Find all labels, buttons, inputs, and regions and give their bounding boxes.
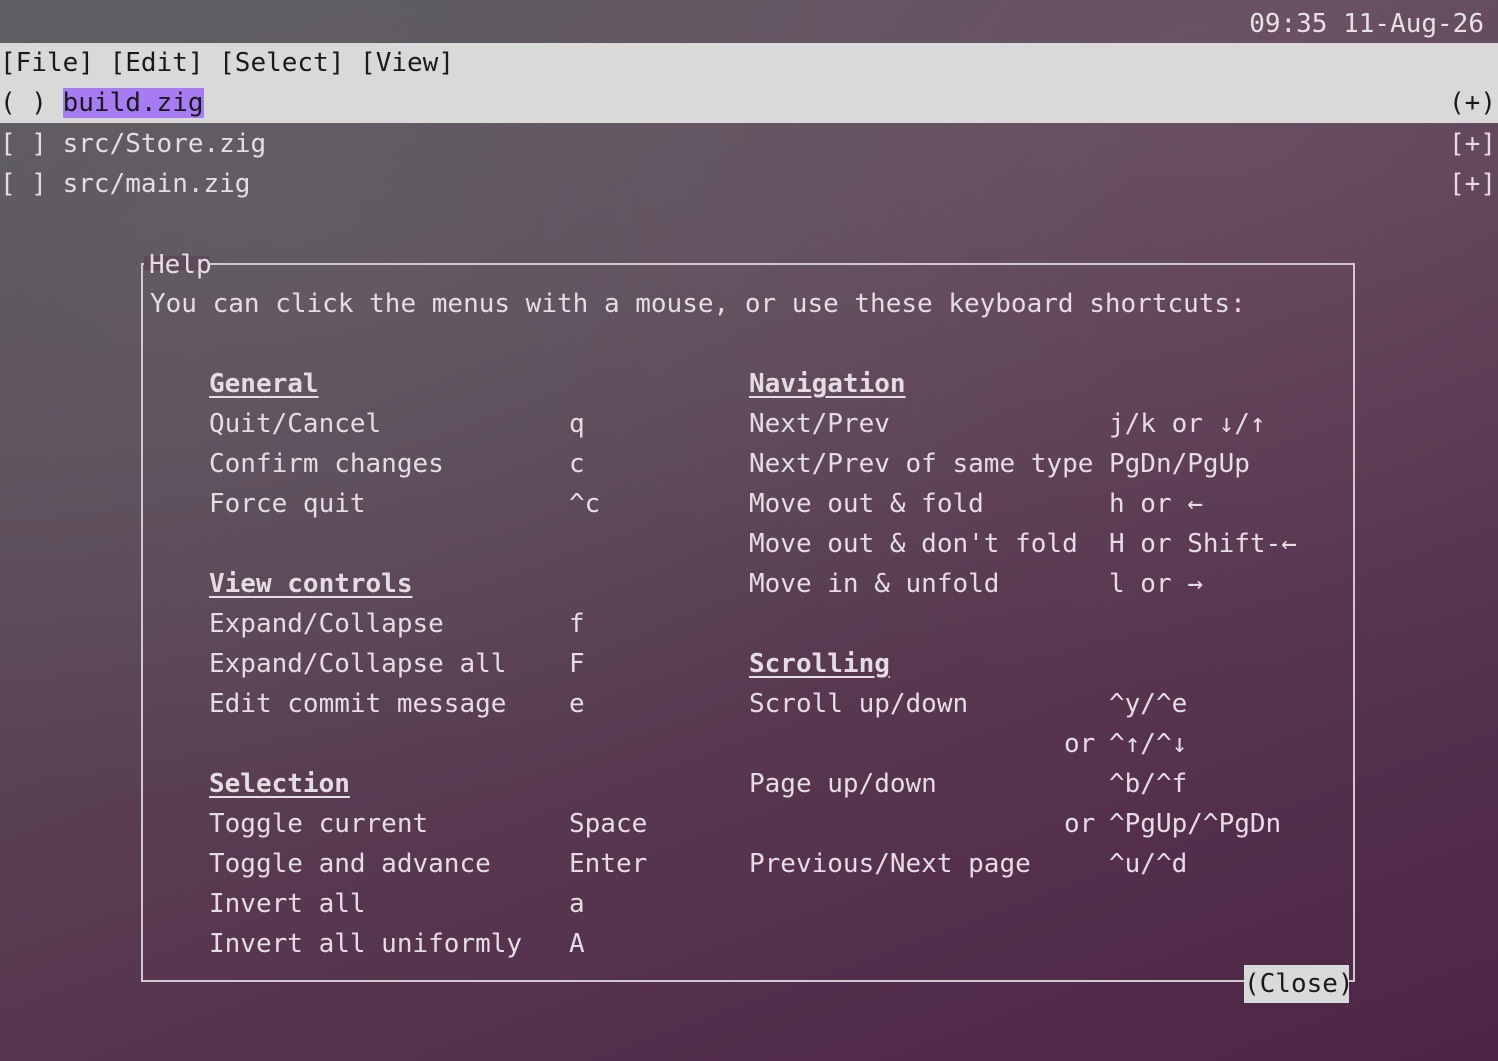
shortcut-key: h or ←: [1109, 489, 1203, 519]
clock: 09:35 11-Aug-26: [1249, 9, 1484, 39]
shortcut-label: Move out & don't fold: [749, 529, 1078, 559]
menu-select[interactable]: [Select]: [219, 43, 344, 83]
shortcut-key: f: [569, 609, 585, 639]
shortcut-label: Toggle current: [209, 809, 429, 839]
file-row[interactable]: [ ] src/Store.zig [+]: [0, 124, 1498, 164]
shortcut-key: ^y/^e: [1109, 689, 1188, 719]
shortcut-key: q: [569, 409, 585, 439]
shortcut-label: Invert all: [209, 889, 366, 919]
help-dialog-title: Help: [149, 250, 212, 280]
shortcut-key: Enter: [569, 849, 648, 879]
help-intro: You can click the menus with a mouse, or…: [150, 289, 1246, 319]
close-button[interactable]: (Close): [1244, 965, 1354, 1003]
menu-view[interactable]: [View]: [360, 43, 454, 83]
section-heading-selection: Selection: [209, 769, 350, 799]
shortcut-label: Move out & fold: [749, 489, 984, 519]
shortcut-key: ^u/^d: [1109, 849, 1188, 879]
shortcut-key: j/k or ↓/↑: [1109, 409, 1266, 439]
shortcut-label: Next/Prev of same type: [749, 449, 1094, 479]
menu-file[interactable]: [File]: [0, 43, 94, 83]
shortcut-label: Previous/Next page: [749, 849, 1031, 879]
shortcut-key: A: [569, 929, 585, 959]
section-heading-general: General: [209, 369, 319, 399]
shortcut-label: Confirm changes: [209, 449, 444, 479]
shortcut-key: H or Shift-←: [1109, 529, 1297, 559]
shortcut-label: Page up/down: [749, 769, 937, 799]
expand-toggle[interactable]: [+]: [1449, 164, 1496, 204]
shortcut-key: ^PgUp/^PgDn: [1109, 809, 1282, 839]
shortcut-label: Force quit: [209, 489, 366, 519]
menu-edit[interactable]: [Edit]: [110, 43, 204, 83]
section-heading-navigation: Navigation: [749, 369, 906, 399]
expand-toggle[interactable]: (+): [1449, 83, 1496, 123]
shortcut-key: ^b/^f: [1109, 769, 1188, 799]
shortcut-key: a: [569, 889, 585, 919]
expand-toggle[interactable]: [+]: [1449, 124, 1496, 164]
shortcut-or: or: [1064, 729, 1096, 759]
shortcut-key: e: [569, 689, 585, 719]
file-name[interactable]: src/main.zig: [63, 169, 251, 199]
shortcut-label: Expand/Collapse all: [209, 649, 507, 679]
shortcut-label: Scroll up/down: [749, 689, 969, 719]
section-heading-scrolling: Scrolling: [749, 649, 890, 679]
file-row[interactable]: [ ] src/main.zig [+]: [0, 164, 1498, 204]
menu-bar: [File] [Edit] [Select] [View]: [0, 43, 1498, 83]
file-checkbox[interactable]: [ ]: [0, 169, 47, 199]
shortcut-or: or: [1064, 809, 1096, 839]
shortcut-label: Expand/Collapse: [209, 609, 444, 639]
file-checkbox[interactable]: [ ]: [0, 129, 47, 159]
shortcut-key: ^c: [569, 489, 601, 519]
file-row[interactable]: ( ) build.zig (+): [0, 83, 1498, 123]
shortcut-key: l or →: [1109, 569, 1203, 599]
file-name[interactable]: src/Store.zig: [63, 129, 267, 159]
shortcut-key: c: [569, 449, 585, 479]
shortcut-label: Quit/Cancel: [209, 409, 382, 439]
shortcut-key: PgDn/PgUp: [1109, 449, 1250, 479]
shortcut-label: Next/Prev: [749, 409, 890, 439]
shortcut-key: F: [569, 649, 585, 679]
file-checkbox[interactable]: ( ): [0, 88, 47, 118]
shortcut-label: Invert all uniformly: [209, 929, 523, 959]
shortcut-key: ^↑/^↓: [1109, 729, 1188, 759]
file-name[interactable]: build.zig: [62, 88, 204, 118]
shortcut-label: Edit commit message: [209, 689, 507, 719]
shortcut-label: Toggle and advance: [209, 849, 491, 879]
shortcut-key: Space: [569, 809, 648, 839]
section-heading-view-controls: View controls: [209, 569, 413, 599]
shortcut-label: Move in & unfold: [749, 569, 1000, 599]
